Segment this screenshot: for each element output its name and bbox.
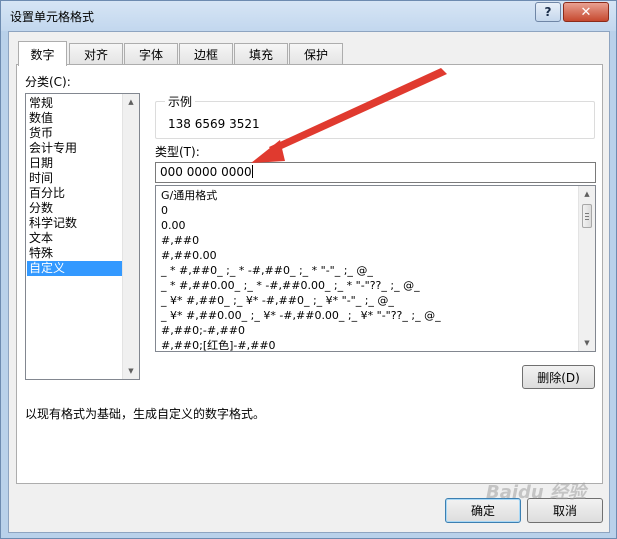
scroll-thumb[interactable] [582,204,592,228]
category-item-number[interactable]: 数值 [27,111,123,126]
tab-protection[interactable]: 保护 [289,43,343,65]
text-caret [251,165,253,178]
tab-fill[interactable]: 填充 [234,43,288,65]
category-item-accounting[interactable]: 会计专用 [27,141,123,156]
format-item[interactable]: #,##0 [157,233,577,248]
format-item[interactable]: _ * #,##0_ ;_ * -#,##0_ ;_ * "-"_ ;_ @_ [157,263,577,278]
format-item[interactable]: _ * #,##0.00_ ;_ * -#,##0.00_ ;_ * "-"??… [157,278,577,293]
dialog-body: 数字 对齐 字体 边框 填充 保护 分类(C): 常规 数值 货币 会计专用 日… [8,31,610,533]
format-list[interactable]: G/通用格式 0 0.00 #,##0 #,##0.00 _ * #,##0_ … [155,185,596,352]
category-list[interactable]: 常规 数值 货币 会计专用 日期 时间 百分比 分数 科学记数 文本 特殊 自定… [25,93,140,380]
format-items: G/通用格式 0 0.00 #,##0 #,##0.00 _ * #,##0_ … [157,188,577,351]
format-item[interactable]: 0 [157,203,577,218]
format-scrollbar[interactable]: ▲ ▼ [578,186,595,351]
category-item-currency[interactable]: 货币 [27,126,123,141]
category-item-text[interactable]: 文本 [27,231,123,246]
format-cells-dialog: 设置单元格格式 ? ✕ 数字 对齐 字体 边框 填充 保护 分类(C): 常规 … [0,0,617,539]
grip-line [585,219,589,220]
category-item-special[interactable]: 特殊 [27,246,123,261]
grip-line [585,213,589,214]
category-scrollbar[interactable]: ▲ ▼ [122,94,139,379]
close-button[interactable]: ✕ [563,2,609,22]
sample-label: 示例 [165,93,196,110]
type-input-value: 000 0000 0000 [160,165,252,179]
tab-alignment[interactable]: 对齐 [69,43,123,65]
category-item-date[interactable]: 日期 [27,156,123,171]
type-input[interactable]: 000 0000 0000 [155,162,596,183]
help-button[interactable]: ? [535,2,561,22]
title-bar[interactable]: 设置单元格格式 ? ✕ [1,1,616,31]
category-label: 分类(C): [25,75,71,89]
format-item[interactable]: #,##0;-#,##0 [157,323,577,338]
scroll-up-arrow-icon[interactable]: ▲ [123,94,139,110]
scroll-up-arrow-icon[interactable]: ▲ [579,186,595,202]
grip-line [585,216,589,217]
category-item-scientific[interactable]: 科学记数 [27,216,123,231]
format-item[interactable]: _ ¥* #,##0.00_ ;_ ¥* -#,##0.00_ ;_ ¥* "-… [157,308,577,323]
watermark: Baidu 经验 [485,482,586,503]
category-item-custom[interactable]: 自定义 [27,261,123,276]
number-tab-panel: 分类(C): 常规 数值 货币 会计专用 日期 时间 百分比 分数 科学记数 文… [16,64,603,484]
category-items: 常规 数值 货币 会计专用 日期 时间 百分比 分数 科学记数 文本 特殊 自定… [27,96,123,276]
format-item[interactable]: #,##0.00 [157,248,577,263]
format-item[interactable]: _ ¥* #,##0_ ;_ ¥* -#,##0_ ;_ ¥* "-"_ ;_ … [157,293,577,308]
format-item[interactable]: 0.00 [157,218,577,233]
tab-font[interactable]: 字体 [124,43,178,65]
format-item[interactable]: G/通用格式 [157,188,577,203]
type-label: 类型(T): [155,145,200,159]
category-item-percentage[interactable]: 百分比 [27,186,123,201]
format-item[interactable]: #,##0;[红色]-#,##0 [157,338,577,351]
tab-border[interactable]: 边框 [179,43,233,65]
dialog-title: 设置单元格格式 [10,10,95,24]
tab-number[interactable]: 数字 [18,41,67,66]
format-description: 以现有格式为基础，生成自定义的数字格式。 [25,407,266,421]
category-item-general[interactable]: 常规 [27,96,123,111]
sample-value: 138 6569 3521 [168,117,260,131]
category-item-fraction[interactable]: 分数 [27,201,123,216]
category-item-time[interactable]: 时间 [27,171,123,186]
scroll-down-arrow-icon[interactable]: ▼ [579,335,595,351]
delete-button[interactable]: 删除(D) [522,365,595,389]
scroll-down-arrow-icon[interactable]: ▼ [123,363,139,379]
